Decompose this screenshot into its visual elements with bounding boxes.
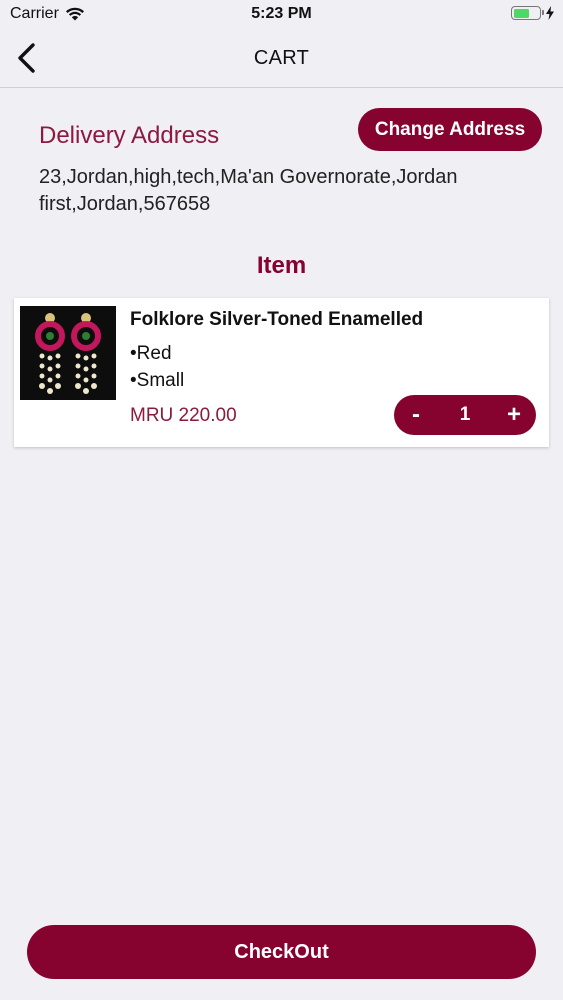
product-price: MRU 220.00 — [130, 405, 237, 426]
increase-quantity-button[interactable]: + — [492, 395, 536, 435]
address-line-1: 23,Jordan,high,tech,Ma'an Governorate,Jo… — [39, 166, 458, 188]
quantity-value: 1 — [459, 404, 471, 425]
checkout-button[interactable]: CheckOut — [27, 925, 536, 979]
battery-group — [511, 6, 555, 20]
product-name: Folklore Silver-Toned Enamelled — [130, 309, 424, 330]
nav-bar: CART — [0, 30, 563, 88]
product-size: •Small — [130, 370, 185, 391]
quantity-stepper: - 1 + — [394, 395, 536, 435]
address-line-2: first,Jordan,567658 — [39, 193, 211, 215]
change-address-button[interactable]: Change Address — [358, 108, 542, 151]
decrease-quantity-button[interactable]: - — [394, 395, 438, 435]
items-section-title: Item — [256, 252, 307, 279]
clock: 5:23 PM — [251, 5, 312, 22]
cart-item-card[interactable]: Folklore Silver-Toned Enamelled •Red •Sm… — [14, 298, 549, 447]
delivery-address-label: Delivery Address — [39, 122, 220, 149]
delivery-address-text: 23,Jordan,high,tech,Ma'an Governorate,Jo… — [39, 164, 509, 218]
product-color: •Red — [130, 343, 172, 364]
page-title: CART — [253, 47, 310, 69]
status-bar: Carrier 5:23 PM — [0, 0, 563, 30]
product-image — [20, 306, 116, 400]
battery-icon — [511, 6, 544, 20]
bolt-icon — [546, 6, 554, 20]
